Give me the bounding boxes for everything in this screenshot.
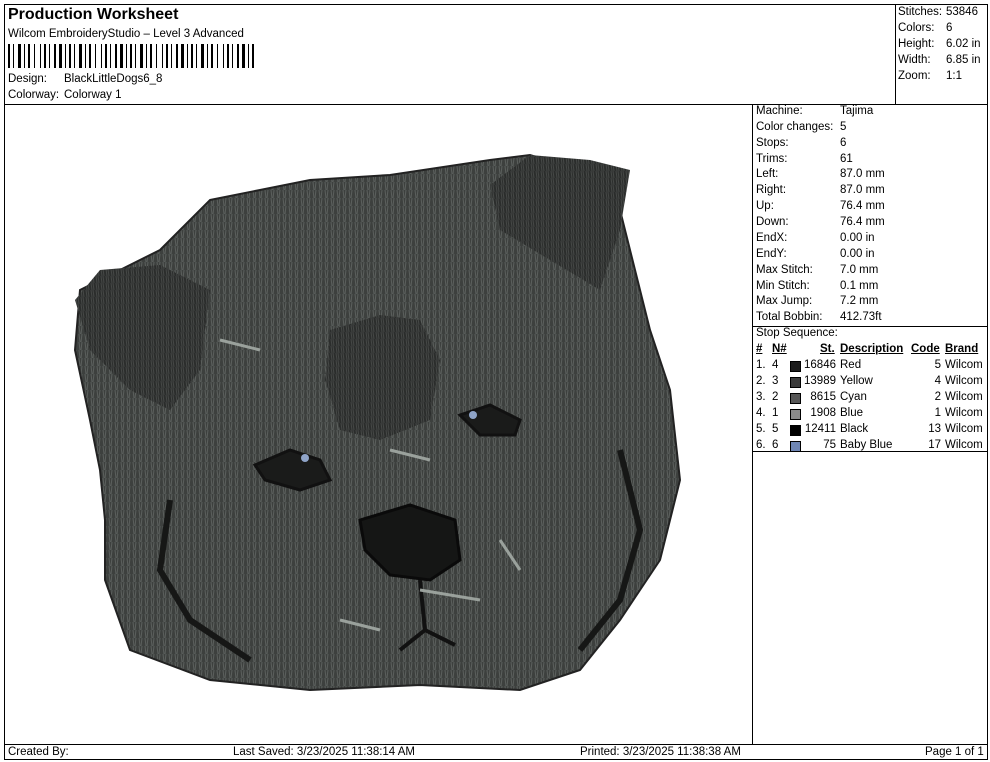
info-trims-label: Trims: <box>756 153 788 165</box>
info-maxstitch-label: Max Stitch: <box>756 264 813 276</box>
info-trims-value: 61 <box>840 153 853 165</box>
footer-divider <box>4 744 988 745</box>
stop-sequence-divider-bottom <box>752 451 988 452</box>
stop-row-description: Blue <box>840 407 864 419</box>
stop-row-num: 1. <box>756 359 766 371</box>
panel-divider <box>752 104 753 744</box>
stop-row-code: 17 <box>928 439 941 451</box>
stop-row-needle: 3 <box>772 375 779 387</box>
info-minstitch-label: Min Stitch: <box>756 280 810 292</box>
right-eye-highlight <box>469 411 477 419</box>
stop-row-stitches: 1908 <box>810 407 836 419</box>
info-stops-value: 6 <box>840 137 847 149</box>
col-num-header: # <box>756 343 763 355</box>
info-right-label: Right: <box>756 184 787 196</box>
info-left-value: 87.0 mm <box>840 168 885 180</box>
info-endy-value: 0.00 in <box>840 248 875 260</box>
info-endx-label: EndX: <box>756 232 788 244</box>
info-endy-label: EndY: <box>756 248 787 260</box>
design-value: BlackLittleDogs6_8 <box>64 73 163 85</box>
info-colorchanges-value: 5 <box>840 121 847 133</box>
stop-row-num: 2. <box>756 375 766 387</box>
stop-row-stitches: 8615 <box>810 391 836 403</box>
barcode <box>8 44 254 68</box>
info-machine-label: Machine: <box>756 105 803 117</box>
colorway-value: Colorway 1 <box>64 89 122 101</box>
stop-row-description: Cyan <box>840 391 867 403</box>
summary-width-value: 6.85 in <box>946 54 981 66</box>
stop-row-stitches: 16846 <box>804 359 836 371</box>
footer-printed: Printed: 3/23/2025 11:38:38 AM <box>580 746 741 758</box>
info-bobbin-label: Total Bobbin: <box>756 311 823 323</box>
stop-row-num: 6. <box>756 439 766 451</box>
stop-row-brand: Wilcom <box>945 391 983 403</box>
info-maxjump-label: Max Jump: <box>756 295 813 307</box>
stop-row-needle: 1 <box>772 407 779 419</box>
stop-row-needle: 2 <box>772 391 779 403</box>
stop-row-needle: 4 <box>772 359 779 371</box>
stop-row-stitches: 75 <box>823 439 836 451</box>
stop-row-brand: Wilcom <box>945 375 983 387</box>
stop-row-stitches: 12411 <box>804 423 836 435</box>
info-maxjump-value: 7.2 mm <box>840 295 879 307</box>
info-colorchanges-label: Color changes: <box>756 121 834 133</box>
summary-stitches-label: Stitches: <box>898 6 943 18</box>
software-name: Wilcom EmbroideryStudio – Level 3 Advanc… <box>8 28 244 40</box>
info-up-label: Up: <box>756 200 774 212</box>
info-machine-value: Tajima <box>840 105 874 117</box>
summary-colors-value: 6 <box>946 22 953 34</box>
stop-row-code: 5 <box>934 359 941 371</box>
col-code-header: Code <box>911 343 940 355</box>
col-n-header: N# <box>772 343 787 355</box>
stop-row-brand: Wilcom <box>945 439 983 451</box>
info-maxstitch-value: 7.0 mm <box>840 264 879 276</box>
info-down-value: 76.4 mm <box>840 216 885 228</box>
summary-height-label: Height: <box>898 38 935 50</box>
info-right-value: 87.0 mm <box>840 184 885 196</box>
forehead-patch <box>325 315 440 440</box>
stop-row-code: 4 <box>934 375 941 387</box>
summary-zoom-value: 1:1 <box>946 70 962 82</box>
page-title: Production Worksheet <box>8 6 179 23</box>
summary-zoom-label: Zoom: <box>898 70 931 82</box>
col-desc-header: Description <box>840 343 904 355</box>
summary-colors-label: Colors: <box>898 22 935 34</box>
stop-row-description: Black <box>840 423 869 435</box>
stop-row-description: Baby Blue <box>840 439 893 451</box>
stop-row-num: 4. <box>756 407 766 419</box>
info-bobbin-value: 412.73ft <box>840 311 882 323</box>
stop-row-stitches: 13989 <box>804 375 836 387</box>
stop-row-description: Yellow <box>840 375 873 387</box>
info-down-label: Down: <box>756 216 789 228</box>
stop-row-brand: Wilcom <box>945 359 983 371</box>
summary-height-value: 6.02 in <box>946 38 981 50</box>
footer-page-number: Page 1 of 1 <box>925 746 984 758</box>
summary-width-label: Width: <box>898 54 931 66</box>
stop-row-num: 5. <box>756 423 766 435</box>
stop-row-brand: Wilcom <box>945 407 983 419</box>
info-stops-label: Stops: <box>756 137 789 149</box>
info-minstitch-value: 0.1 mm <box>840 280 879 292</box>
left-eye-highlight <box>301 454 309 462</box>
col-brand-header: Brand <box>945 343 979 355</box>
stop-row-description: Red <box>840 359 862 371</box>
info-left-label: Left: <box>756 168 779 180</box>
stop-row-needle: 6 <box>772 439 779 451</box>
stop-row-code: 13 <box>928 423 941 435</box>
footer-last-saved: Last Saved: 3/23/2025 11:38:14 AM <box>233 746 416 758</box>
design-label: Design: <box>8 73 47 85</box>
stop-row-code: 2 <box>934 391 941 403</box>
stop-row-code: 1 <box>934 407 941 419</box>
colorway-label: Colorway: <box>8 89 60 101</box>
footer-created-by: Created By: <box>8 746 69 758</box>
embroidery-preview <box>73 153 682 692</box>
col-st-header: St. <box>820 343 835 355</box>
summary-stitches-value: 53846 <box>946 6 978 18</box>
stop-row-needle: 5 <box>772 423 779 435</box>
stop-row-num: 3. <box>756 391 766 403</box>
info-endx-value: 0.00 in <box>840 232 875 244</box>
stop-sequence-title: Stop Sequence: <box>756 327 838 339</box>
info-up-value: 76.4 mm <box>840 200 885 212</box>
stop-row-brand: Wilcom <box>945 423 983 435</box>
